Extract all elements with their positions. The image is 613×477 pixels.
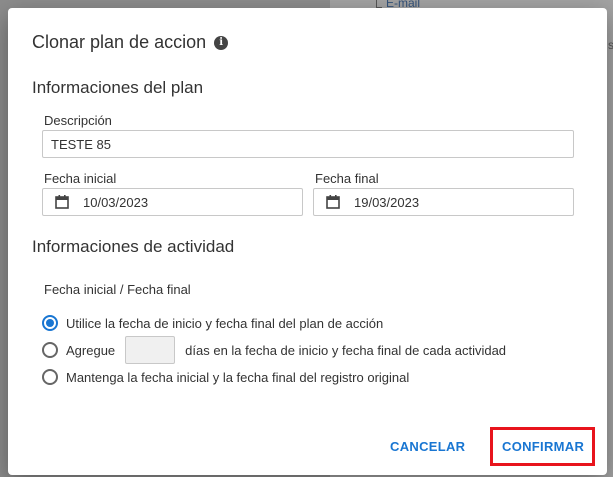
activity-section-title: Informaciones de actividad — [32, 237, 235, 256]
end-date-value: 19/03/2023 — [354, 194, 420, 210]
cancel-button[interactable]: CANCELAR — [390, 439, 465, 454]
confirm-highlight-box — [490, 427, 595, 466]
option-label-before: Agregue — [66, 342, 116, 358]
start-date-input[interactable]: 10/03/2023 — [42, 188, 303, 216]
tree-connector — [376, 0, 382, 8]
option-label: Mantenga la fecha inicial y la fecha fin… — [66, 369, 410, 385]
dialog-title: Clonar plan de accion — [32, 32, 207, 52]
clone-action-plan-dialog: Clonar plan de accion i Informaciones de… — [8, 8, 607, 475]
calendar-icon[interactable] — [326, 195, 340, 209]
option-use-plan-dates[interactable]: Utilice la fecha de inicio y fecha final… — [42, 315, 383, 331]
option-label-after: días en la fecha de inicio y fecha final… — [185, 342, 507, 358]
date-option-group-label: Fecha inicial / Fecha final — [44, 282, 191, 297]
description-value: TESTE 85 — [51, 136, 111, 152]
option-keep-original-dates[interactable]: Mantenga la fecha inicial y la fecha fin… — [42, 369, 409, 385]
plan-section-title: Informaciones del plan — [32, 78, 204, 97]
radio-button-checked[interactable] — [42, 315, 58, 331]
description-label: Descripción — [44, 113, 112, 128]
description-input[interactable]: TESTE 85 — [42, 130, 574, 158]
end-date-label: Fecha final — [315, 171, 379, 186]
radio-button[interactable] — [42, 342, 58, 358]
calendar-icon[interactable] — [55, 195, 69, 209]
start-date-label: Fecha inicial — [44, 171, 117, 186]
radio-button[interactable] — [42, 369, 58, 385]
info-icon[interactable]: i — [214, 35, 229, 50]
background-text-fragment: s — [608, 38, 613, 52]
days-input[interactable] — [125, 336, 176, 364]
start-date-value: 10/03/2023 — [83, 194, 149, 210]
end-date-input[interactable]: 19/03/2023 — [313, 188, 574, 216]
dialog-header: Clonar plan de accion i — [32, 32, 229, 53]
option-add-days[interactable]: Agregue días en la fecha de inicio y fec… — [42, 336, 506, 364]
option-label: Utilice la fecha de inicio y fecha final… — [66, 315, 384, 331]
